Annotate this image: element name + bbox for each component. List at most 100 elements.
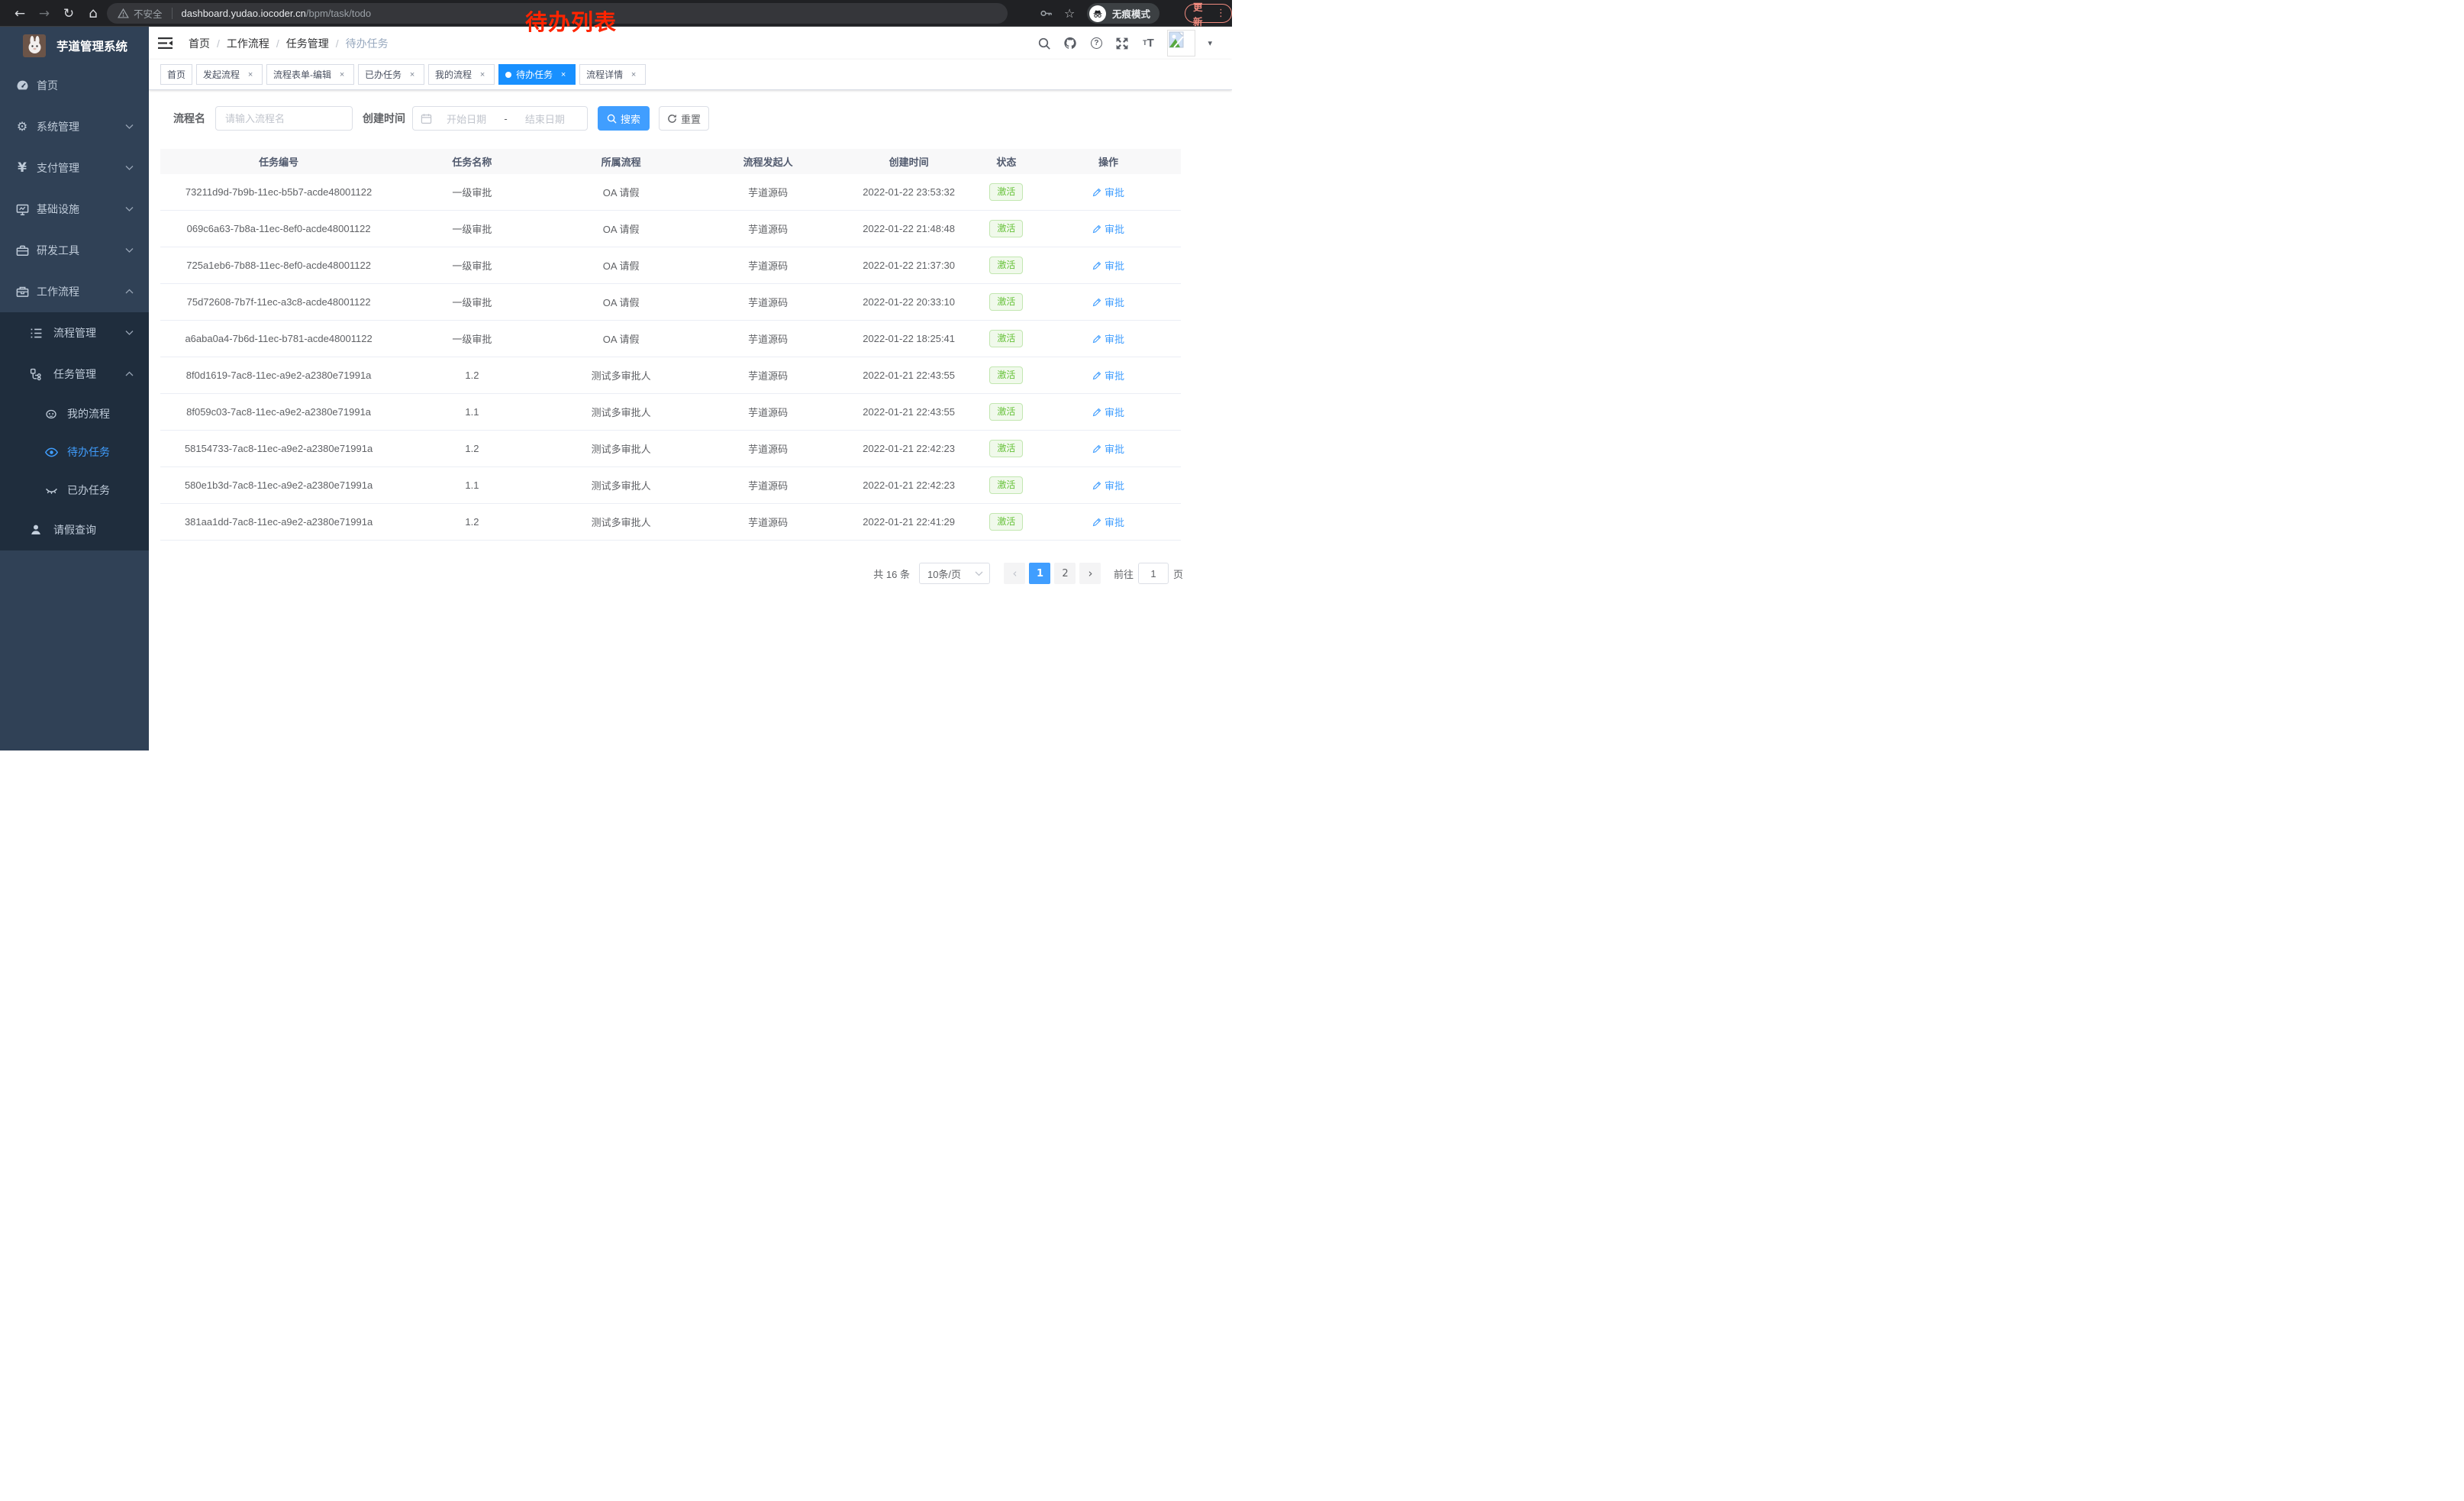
page-tab[interactable]: 流程表单-编辑 × xyxy=(266,64,354,85)
cell-created: 2022-01-22 23:53:32 xyxy=(841,186,977,198)
tree-icon xyxy=(29,368,43,381)
page-tab[interactable]: 我的流程 × xyxy=(428,64,495,85)
tab-close-icon[interactable]: × xyxy=(558,69,569,80)
tab-close-icon[interactable]: × xyxy=(477,69,488,80)
page-size-select[interactable]: 10条/页 xyxy=(919,563,990,584)
page-button-2[interactable]: 2 xyxy=(1054,563,1076,584)
logo-image xyxy=(23,34,46,57)
approve-link[interactable]: 审批 xyxy=(1092,331,1124,346)
breadcrumb-workflow[interactable]: 工作流程 xyxy=(227,36,269,51)
table-row: 381aa1dd-7ac8-11ec-a9e2-a2380e71991a 1.2… xyxy=(160,504,1181,541)
hamburger-icon[interactable] xyxy=(158,37,173,50)
page-tab[interactable]: 流程详情 × xyxy=(579,64,646,85)
robot-face-icon xyxy=(44,408,58,420)
sidebar-item-process-management[interactable]: 流程管理 xyxy=(0,312,149,353)
avatar-caret-icon[interactable]: ▾ xyxy=(1208,38,1212,48)
sidebar-item-workflow[interactable]: 工作流程 xyxy=(0,271,149,312)
tab-close-icon[interactable]: × xyxy=(407,69,418,80)
status-badge: 激活 xyxy=(989,293,1023,311)
prev-page-button[interactable]: ‹ xyxy=(1004,563,1025,584)
tab-close-icon[interactable]: × xyxy=(628,69,639,80)
search-button[interactable]: 搜索 xyxy=(598,106,650,131)
bookmark-star-icon[interactable]: ☆ xyxy=(1064,0,1075,27)
cell-starter: 芋道源码 xyxy=(695,185,841,199)
avatar[interactable] xyxy=(1167,30,1195,56)
sidebar-menu: 首页 ⚙ 系统管理 ¥ 支付管理 xyxy=(0,65,149,550)
cell-starter: 芋道源码 xyxy=(695,258,841,273)
chevron-down-icon xyxy=(125,124,134,130)
sidebar-item-label: 待办任务 xyxy=(67,444,110,460)
approve-link[interactable]: 审批 xyxy=(1092,515,1124,529)
page-button-1[interactable]: 1 xyxy=(1029,563,1050,584)
sidebar-item-task-management[interactable]: 任务管理 xyxy=(0,353,149,395)
sidebar-item-label: 首页 xyxy=(37,78,58,93)
sidebar-item-system[interactable]: ⚙ 系统管理 xyxy=(0,106,149,147)
sidebar-item-todo-tasks[interactable]: 待办任务 xyxy=(0,433,149,471)
status-badge: 激活 xyxy=(989,440,1023,457)
approve-link[interactable]: 审批 xyxy=(1092,368,1124,383)
approve-link[interactable]: 审批 xyxy=(1092,405,1124,419)
approve-link[interactable]: 审批 xyxy=(1092,185,1124,199)
approve-link[interactable]: 审批 xyxy=(1092,295,1124,309)
date-range-picker[interactable]: 开始日期 - 结束日期 xyxy=(412,106,588,131)
page-tab[interactable]: 待办任务 × xyxy=(498,64,576,85)
browser-forward-icon[interactable]: → xyxy=(35,0,53,27)
cell-starter: 芋道源码 xyxy=(695,368,841,383)
sidebar-item-done-tasks[interactable]: 已办任务 xyxy=(0,471,149,509)
browser-menu-icon[interactable]: ⋮ xyxy=(1216,8,1226,19)
chevron-down-icon xyxy=(125,207,134,212)
font-size-icon[interactable]: TT xyxy=(1141,37,1155,50)
cell-actions: 审批 xyxy=(1036,515,1181,529)
table-body: 73211d9d-7b9b-11ec-b5b7-acde48001122 一级审… xyxy=(160,174,1181,541)
cell-task-id: 725a1eb6-7b88-11ec-8ef0-acde48001122 xyxy=(160,260,397,271)
goto-page-input[interactable] xyxy=(1138,563,1169,584)
tab-label: 待办任务 xyxy=(516,68,553,81)
cell-process: OA 请假 xyxy=(547,258,695,273)
gear-icon: ⚙ xyxy=(15,121,29,133)
sidebar-item-my-process[interactable]: 我的流程 xyxy=(0,395,149,433)
sidebar-item-infrastructure[interactable]: 基础设施 xyxy=(0,189,149,230)
search-icon[interactable] xyxy=(1037,37,1051,50)
tab-close-icon[interactable]: × xyxy=(245,69,256,80)
cell-status: 激活 xyxy=(977,330,1037,347)
approve-link[interactable]: 审批 xyxy=(1092,441,1124,456)
sidebar-item-home[interactable]: 首页 xyxy=(0,65,149,106)
next-page-button[interactable]: › xyxy=(1079,563,1101,584)
approve-link[interactable]: 审批 xyxy=(1092,258,1124,273)
tab-label: 已办任务 xyxy=(365,68,402,81)
security-warning-icon xyxy=(118,8,129,19)
key-icon[interactable] xyxy=(1040,7,1053,20)
browser-reload-icon[interactable]: ↻ xyxy=(60,0,78,27)
cell-process: 测试多审批人 xyxy=(547,441,695,456)
sidebar-item-dev-tools[interactable]: 研发工具 xyxy=(0,230,149,271)
browser-home-icon[interactable]: ⌂ xyxy=(84,0,102,27)
tab-close-icon[interactable]: × xyxy=(337,69,347,80)
col-starter: 流程发起人 xyxy=(695,154,841,169)
sidebar-item-leave-query[interactable]: 请假查询 xyxy=(0,509,149,550)
select-caret-icon xyxy=(975,571,983,576)
breadcrumb-home[interactable]: 首页 xyxy=(189,36,210,51)
edit-pencil-icon xyxy=(1092,334,1101,344)
approve-link[interactable]: 审批 xyxy=(1092,221,1124,236)
cell-task-name: 1.2 xyxy=(397,443,547,454)
page-tab[interactable]: 已办任务 × xyxy=(358,64,424,85)
approve-label: 审批 xyxy=(1105,441,1124,456)
cell-status: 激活 xyxy=(977,293,1037,311)
browser-back-icon[interactable]: ← xyxy=(11,0,29,27)
process-name-input[interactable] xyxy=(215,106,353,131)
github-icon[interactable] xyxy=(1063,37,1077,50)
approve-link[interactable]: 审批 xyxy=(1092,478,1124,492)
page-tab[interactable]: 首页 × xyxy=(160,64,192,85)
page-tab[interactable]: 发起流程 × xyxy=(196,64,263,85)
fullscreen-icon[interactable] xyxy=(1115,37,1129,50)
cell-created: 2022-01-21 22:41:29 xyxy=(841,516,977,528)
person-icon xyxy=(29,524,43,536)
chevron-down-icon xyxy=(125,331,134,336)
cell-task-name: 1.2 xyxy=(397,516,547,528)
reset-button[interactable]: 重置 xyxy=(659,106,709,131)
breadcrumb-task-management[interactable]: 任务管理 xyxy=(286,36,329,51)
update-button[interactable]: 更新 ⋮ xyxy=(1185,4,1232,23)
help-icon[interactable]: ? xyxy=(1089,37,1103,50)
sidebar-item-payment[interactable]: ¥ 支付管理 xyxy=(0,147,149,189)
app-logo[interactable]: 芋道管理系统 xyxy=(0,27,149,65)
